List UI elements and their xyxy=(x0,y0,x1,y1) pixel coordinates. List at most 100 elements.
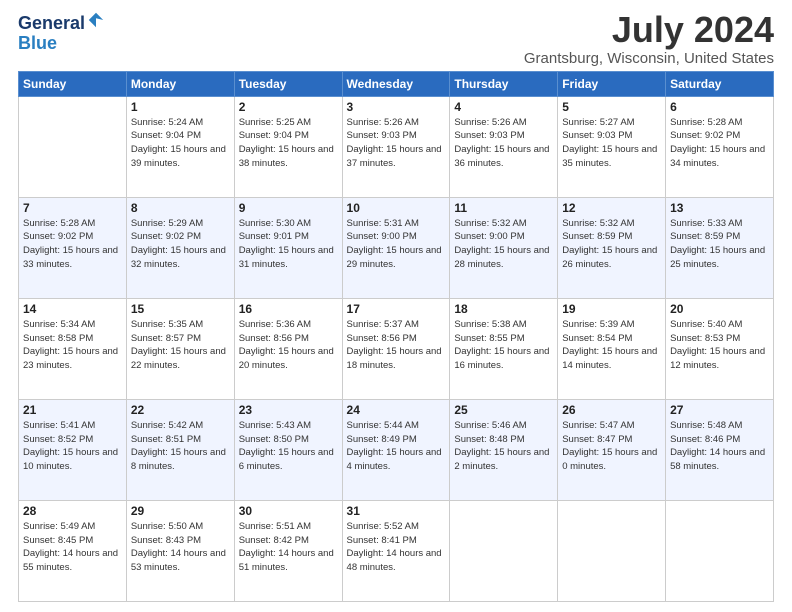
day-number: 23 xyxy=(239,403,338,417)
day-info: Sunrise: 5:27 AMSunset: 9:03 PMDaylight:… xyxy=(562,117,657,169)
day-info: Sunrise: 5:33 AMSunset: 8:59 PMDaylight:… xyxy=(670,218,765,270)
day-info: Sunrise: 5:50 AMSunset: 8:43 PMDaylight:… xyxy=(131,521,226,573)
day-info: Sunrise: 5:40 AMSunset: 8:53 PMDaylight:… xyxy=(670,319,765,371)
table-row: 28 Sunrise: 5:49 AMSunset: 8:45 PMDaylig… xyxy=(19,500,127,601)
location-subtitle: Grantsburg, Wisconsin, United States xyxy=(524,50,774,67)
day-number: 10 xyxy=(347,201,446,215)
header-thursday: Thursday xyxy=(450,71,558,96)
day-number: 13 xyxy=(670,201,769,215)
table-row xyxy=(666,500,774,601)
day-info: Sunrise: 5:32 AMSunset: 9:00 PMDaylight:… xyxy=(454,218,549,270)
day-number: 6 xyxy=(670,100,769,114)
table-row: 8 Sunrise: 5:29 AMSunset: 9:02 PMDayligh… xyxy=(126,197,234,298)
day-number: 16 xyxy=(239,302,338,316)
table-row: 18 Sunrise: 5:38 AMSunset: 8:55 PMDaylig… xyxy=(450,298,558,399)
table-row: 27 Sunrise: 5:48 AMSunset: 8:46 PMDaylig… xyxy=(666,399,774,500)
table-row xyxy=(450,500,558,601)
table-row: 15 Sunrise: 5:35 AMSunset: 8:57 PMDaylig… xyxy=(126,298,234,399)
day-number: 21 xyxy=(23,403,122,417)
table-row: 17 Sunrise: 5:37 AMSunset: 8:56 PMDaylig… xyxy=(342,298,450,399)
calendar-week-row: 1 Sunrise: 5:24 AMSunset: 9:04 PMDayligh… xyxy=(19,96,774,197)
table-row: 13 Sunrise: 5:33 AMSunset: 8:59 PMDaylig… xyxy=(666,197,774,298)
day-number: 11 xyxy=(454,201,553,215)
day-info: Sunrise: 5:26 AMSunset: 9:03 PMDaylight:… xyxy=(347,117,442,169)
logo-text-blue: Blue xyxy=(18,34,57,54)
day-info: Sunrise: 5:47 AMSunset: 8:47 PMDaylight:… xyxy=(562,420,657,472)
day-info: Sunrise: 5:46 AMSunset: 8:48 PMDaylight:… xyxy=(454,420,549,472)
day-number: 4 xyxy=(454,100,553,114)
day-info: Sunrise: 5:51 AMSunset: 8:42 PMDaylight:… xyxy=(239,521,334,573)
day-info: Sunrise: 5:34 AMSunset: 8:58 PMDaylight:… xyxy=(23,319,118,371)
calendar-table: Sunday Monday Tuesday Wednesday Thursday… xyxy=(18,71,774,602)
table-row: 25 Sunrise: 5:46 AMSunset: 8:48 PMDaylig… xyxy=(450,399,558,500)
table-row: 12 Sunrise: 5:32 AMSunset: 8:59 PMDaylig… xyxy=(558,197,666,298)
day-info: Sunrise: 5:36 AMSunset: 8:56 PMDaylight:… xyxy=(239,319,334,371)
day-info: Sunrise: 5:30 AMSunset: 9:01 PMDaylight:… xyxy=(239,218,334,270)
day-info: Sunrise: 5:42 AMSunset: 8:51 PMDaylight:… xyxy=(131,420,226,472)
day-info: Sunrise: 5:28 AMSunset: 9:02 PMDaylight:… xyxy=(670,117,765,169)
table-row: 4 Sunrise: 5:26 AMSunset: 9:03 PMDayligh… xyxy=(450,96,558,197)
day-info: Sunrise: 5:49 AMSunset: 8:45 PMDaylight:… xyxy=(23,521,118,573)
day-number: 25 xyxy=(454,403,553,417)
day-number: 27 xyxy=(670,403,769,417)
calendar-week-row: 21 Sunrise: 5:41 AMSunset: 8:52 PMDaylig… xyxy=(19,399,774,500)
day-number: 3 xyxy=(347,100,446,114)
table-row: 31 Sunrise: 5:52 AMSunset: 8:41 PMDaylig… xyxy=(342,500,450,601)
day-info: Sunrise: 5:52 AMSunset: 8:41 PMDaylight:… xyxy=(347,521,442,573)
calendar-week-row: 14 Sunrise: 5:34 AMSunset: 8:58 PMDaylig… xyxy=(19,298,774,399)
table-row: 14 Sunrise: 5:34 AMSunset: 8:58 PMDaylig… xyxy=(19,298,127,399)
table-row: 7 Sunrise: 5:28 AMSunset: 9:02 PMDayligh… xyxy=(19,197,127,298)
table-row: 5 Sunrise: 5:27 AMSunset: 9:03 PMDayligh… xyxy=(558,96,666,197)
day-number: 1 xyxy=(131,100,230,114)
day-info: Sunrise: 5:24 AMSunset: 9:04 PMDaylight:… xyxy=(131,117,226,169)
header: General Blue July 2024 Grantsburg, Wisco… xyxy=(18,10,774,67)
day-info: Sunrise: 5:28 AMSunset: 9:02 PMDaylight:… xyxy=(23,218,118,270)
table-row xyxy=(558,500,666,601)
day-number: 8 xyxy=(131,201,230,215)
table-row: 24 Sunrise: 5:44 AMSunset: 8:49 PMDaylig… xyxy=(342,399,450,500)
day-number: 30 xyxy=(239,504,338,518)
calendar-week-row: 7 Sunrise: 5:28 AMSunset: 9:02 PMDayligh… xyxy=(19,197,774,298)
day-number: 7 xyxy=(23,201,122,215)
day-info: Sunrise: 5:43 AMSunset: 8:50 PMDaylight:… xyxy=(239,420,334,472)
table-row: 10 Sunrise: 5:31 AMSunset: 9:00 PMDaylig… xyxy=(342,197,450,298)
day-number: 19 xyxy=(562,302,661,316)
page: General Blue July 2024 Grantsburg, Wisco… xyxy=(0,0,792,612)
table-row: 21 Sunrise: 5:41 AMSunset: 8:52 PMDaylig… xyxy=(19,399,127,500)
table-row: 22 Sunrise: 5:42 AMSunset: 8:51 PMDaylig… xyxy=(126,399,234,500)
table-row: 11 Sunrise: 5:32 AMSunset: 9:00 PMDaylig… xyxy=(450,197,558,298)
day-info: Sunrise: 5:31 AMSunset: 9:00 PMDaylight:… xyxy=(347,218,442,270)
table-row: 6 Sunrise: 5:28 AMSunset: 9:02 PMDayligh… xyxy=(666,96,774,197)
header-friday: Friday xyxy=(558,71,666,96)
day-number: 24 xyxy=(347,403,446,417)
header-tuesday: Tuesday xyxy=(234,71,342,96)
table-row: 2 Sunrise: 5:25 AMSunset: 9:04 PMDayligh… xyxy=(234,96,342,197)
table-row xyxy=(19,96,127,197)
day-number: 12 xyxy=(562,201,661,215)
day-info: Sunrise: 5:26 AMSunset: 9:03 PMDaylight:… xyxy=(454,117,549,169)
day-info: Sunrise: 5:29 AMSunset: 9:02 PMDaylight:… xyxy=(131,218,226,270)
day-info: Sunrise: 5:35 AMSunset: 8:57 PMDaylight:… xyxy=(131,319,226,371)
day-number: 29 xyxy=(131,504,230,518)
day-info: Sunrise: 5:32 AMSunset: 8:59 PMDaylight:… xyxy=(562,218,657,270)
logo-text-general: General xyxy=(18,14,85,34)
day-info: Sunrise: 5:39 AMSunset: 8:54 PMDaylight:… xyxy=(562,319,657,371)
header-sunday: Sunday xyxy=(19,71,127,96)
calendar-week-row: 28 Sunrise: 5:49 AMSunset: 8:45 PMDaylig… xyxy=(19,500,774,601)
day-number: 18 xyxy=(454,302,553,316)
table-row: 16 Sunrise: 5:36 AMSunset: 8:56 PMDaylig… xyxy=(234,298,342,399)
table-row: 23 Sunrise: 5:43 AMSunset: 8:50 PMDaylig… xyxy=(234,399,342,500)
table-row: 1 Sunrise: 5:24 AMSunset: 9:04 PMDayligh… xyxy=(126,96,234,197)
day-number: 22 xyxy=(131,403,230,417)
day-info: Sunrise: 5:41 AMSunset: 8:52 PMDaylight:… xyxy=(23,420,118,472)
day-number: 14 xyxy=(23,302,122,316)
month-year-title: July 2024 xyxy=(524,10,774,50)
day-number: 2 xyxy=(239,100,338,114)
calendar-header-row: Sunday Monday Tuesday Wednesday Thursday… xyxy=(19,71,774,96)
table-row: 9 Sunrise: 5:30 AMSunset: 9:01 PMDayligh… xyxy=(234,197,342,298)
day-info: Sunrise: 5:38 AMSunset: 8:55 PMDaylight:… xyxy=(454,319,549,371)
day-info: Sunrise: 5:44 AMSunset: 8:49 PMDaylight:… xyxy=(347,420,442,472)
day-info: Sunrise: 5:25 AMSunset: 9:04 PMDaylight:… xyxy=(239,117,334,169)
day-number: 20 xyxy=(670,302,769,316)
title-block: July 2024 Grantsburg, Wisconsin, United … xyxy=(524,10,774,67)
